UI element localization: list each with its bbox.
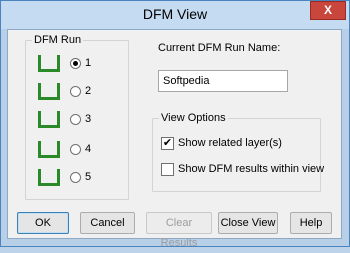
green-bracket-icon xyxy=(38,111,60,128)
show-related-label[interactable]: Show related layer(s) xyxy=(178,137,282,149)
current-name-label: Current DFM Run Name: xyxy=(158,42,281,54)
green-bracket-icon xyxy=(38,55,60,72)
green-bracket-icon xyxy=(38,141,60,158)
run-radio-label: 2 xyxy=(85,85,92,97)
show-results-label[interactable]: Show DFM results within view xyxy=(178,163,324,175)
run-radio-label: 5 xyxy=(85,171,92,183)
dialog-window: DFM View X DFM Run 1 2 3 4 5 Current DFM… xyxy=(0,0,350,249)
green-bracket-icon xyxy=(38,83,60,100)
run-radio-label: 1 xyxy=(85,57,92,69)
dfm-run-option-3[interactable]: 3 xyxy=(26,111,106,133)
run-name-input[interactable] xyxy=(158,70,288,92)
clear-results-button[interactable]: Clear Results xyxy=(146,212,212,249)
window-title: DFM View xyxy=(142,6,208,22)
run-radio-4[interactable] xyxy=(70,144,81,155)
view-options-group: View Options ✔ Show related layer(s) Sho… xyxy=(152,112,324,192)
view-options-group-label: View Options xyxy=(159,112,228,124)
run-radio-label: 3 xyxy=(85,113,92,125)
run-radio-1[interactable] xyxy=(70,58,81,69)
dfm-run-option-5[interactable]: 5 xyxy=(26,169,106,191)
dfm-run-option-1[interactable]: 1 xyxy=(26,55,106,77)
run-radio-5[interactable] xyxy=(70,172,81,183)
close-icon: X xyxy=(323,3,332,17)
show-results-checkbox[interactable] xyxy=(161,163,174,176)
ok-button[interactable]: OK xyxy=(17,212,69,234)
show-related-checkbox[interactable]: ✔ xyxy=(161,137,174,150)
close-view-button[interactable]: Close View xyxy=(218,212,278,234)
dfm-run-option-2[interactable]: 2 xyxy=(26,83,106,105)
title-bar[interactable]: DFM View X xyxy=(1,1,349,29)
run-radio-3[interactable] xyxy=(70,114,81,125)
dfm-run-group-label: DFM Run xyxy=(32,34,84,46)
run-radio-2[interactable] xyxy=(70,86,81,97)
green-bracket-icon xyxy=(38,169,60,186)
dfm-run-option-4[interactable]: 4 xyxy=(26,141,106,163)
cancel-button[interactable]: Cancel xyxy=(80,212,135,234)
dialog-body: DFM Run 1 2 3 4 5 Current DFM Run Name: … xyxy=(7,29,342,249)
close-button[interactable]: X xyxy=(310,1,346,20)
dfm-run-group: DFM Run 1 2 3 4 5 xyxy=(25,34,129,200)
check-mark-icon: ✔ xyxy=(162,137,173,149)
run-radio-label: 4 xyxy=(85,143,92,155)
help-button[interactable]: Help xyxy=(290,212,332,234)
